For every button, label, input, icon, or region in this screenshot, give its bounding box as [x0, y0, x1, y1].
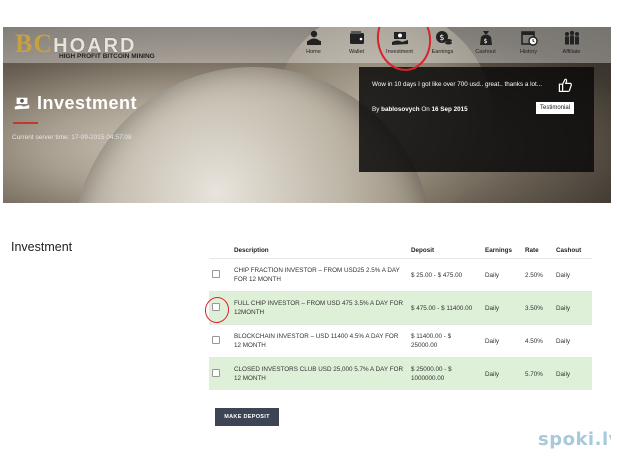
header-cashout: Cashout — [556, 247, 582, 254]
nav-cashout-label: Cashout — [475, 49, 496, 55]
nav-history-label: History — [519, 49, 538, 55]
testimonial-author: bablosovych — [381, 106, 420, 113]
plan-deposit: $ 475.00 - $ 11400.00 — [408, 291, 482, 325]
page-title: Investment — [37, 93, 138, 113]
dollar-coins-icon: $ — [435, 31, 452, 45]
plan-radio[interactable] — [212, 368, 220, 377]
nav-earnings-label: Earnings — [431, 49, 454, 55]
header-earnings: Earnings — [485, 247, 512, 254]
money-bag-icon: $ — [479, 31, 492, 45]
plan-deposit: $ 25000.00 - $ 1000000.00 — [408, 357, 482, 390]
testimonial-by-prefix: By — [372, 106, 380, 113]
testimonial-quote: Wow in 10 days I got like over 700 usd..… — [372, 81, 542, 88]
plan-earnings: Daily — [482, 324, 522, 358]
nav-wallet-label: Wallet — [348, 49, 365, 55]
page-heading: Investment — [13, 93, 137, 114]
investment-plans-table: Description Deposit Earnings Rate Cashou… — [209, 243, 592, 390]
plan-earnings: Daily — [482, 258, 522, 292]
server-time: Current server time: 17-09-2015 04:57:08 — [12, 134, 132, 141]
header-rate: Rate — [525, 247, 539, 254]
plan-description: CHIP FRACTION INVESTOR – FROM USD25 2.5%… — [231, 258, 408, 292]
plan-select-cell — [209, 258, 231, 292]
plan-rate: 3.50% — [522, 291, 553, 325]
header-select — [209, 243, 231, 259]
testimonial-byline: By bablosovych On 16 Sep 2015 — [372, 106, 468, 113]
header-description: Description — [234, 247, 269, 254]
header-deposit: Deposit — [411, 247, 435, 254]
plan-rate: 4.50% — [522, 324, 553, 358]
nav-home[interactable]: Home — [292, 29, 335, 63]
testimonial-box: Wow in 10 days I got like over 700 usd..… — [359, 67, 594, 172]
plan-earnings: Daily — [482, 291, 522, 325]
plan-radio[interactable] — [212, 335, 220, 344]
title-underline — [13, 122, 38, 124]
plan-rate: 5.70% — [522, 357, 553, 390]
money-hand-icon — [14, 97, 30, 109]
plan-description: CLOSED INVESTORS CLUB USD 25,000 5.7% A … — [231, 357, 408, 390]
plan-select-cell — [209, 324, 231, 358]
nav-affiliate[interactable]: Affiliate — [550, 29, 593, 63]
site-logo[interactable]: BCHOARD HIGH PROFIT BITCOIN MINING — [15, 30, 165, 62]
wallet-icon — [349, 31, 364, 44]
testimonial-date: 16 Sep 2015 — [431, 106, 468, 113]
section-title: Investment — [11, 240, 73, 254]
people-group-icon — [564, 30, 579, 45]
watermark: spoki.lv — [538, 429, 611, 450]
table-row[interactable]: CHIP FRACTION INVESTOR – FROM USD25 2.5%… — [209, 258, 592, 292]
testimonial-button[interactable]: Testimonial — [536, 102, 575, 114]
make-deposit-button[interactable]: MAKE DEPOSIT — [215, 408, 279, 426]
plan-cashout: Daily — [553, 258, 592, 292]
nav-wallet[interactable]: Wallet — [335, 29, 378, 63]
plan-select-cell — [209, 357, 231, 390]
plan-earnings: Daily — [482, 357, 522, 390]
user-at-computer-icon — [306, 30, 321, 45]
table-row[interactable]: FULL CHIP INVESTOR – FROM USD 475 3.5% A… — [209, 291, 592, 325]
logo-prefix: BC — [15, 29, 54, 58]
plan-cashout: Daily — [553, 357, 592, 390]
plan-description: FULL CHIP INVESTOR – FROM USD 475 3.5% A… — [231, 291, 408, 325]
svg-text:$: $ — [483, 37, 487, 45]
plan-description: BLOCKCHAIN INVESTOR – USD 11400 4.5% A D… — [231, 324, 408, 358]
table-header-row: Description Deposit Earnings Rate Cashou… — [209, 243, 592, 259]
thumbs-up-icon — [558, 78, 572, 92]
plan-deposit: $ 25.00 - $ 475.00 — [408, 258, 482, 292]
hero-banner: BCHOARD HIGH PROFIT BITCOIN MINING Home … — [3, 27, 611, 203]
page-frame: BCHOARD HIGH PROFIT BITCOIN MINING Home … — [3, 27, 611, 454]
plan-rate: 2.50% — [522, 258, 553, 292]
calendar-clock-icon — [520, 31, 538, 46]
main-nav: Home Wallet Investment $ Earnings $ Cash… — [292, 29, 593, 63]
plan-radio[interactable] — [212, 269, 220, 278]
logo-tagline: HIGH PROFIT BITCOIN MINING — [59, 53, 155, 60]
testimonial-date-prefix: On — [421, 106, 430, 113]
top-navbar: BCHOARD HIGH PROFIT BITCOIN MINING Home … — [3, 27, 611, 63]
svg-text:$: $ — [439, 33, 444, 42]
nav-home-label: Home — [306, 49, 321, 55]
nav-cashout[interactable]: $ Cashout — [464, 29, 507, 63]
table-row[interactable]: BLOCKCHAIN INVESTOR – USD 11400 4.5% A D… — [209, 324, 592, 358]
plan-cashout: Daily — [553, 291, 592, 325]
plan-cashout: Daily — [553, 324, 592, 358]
plan-deposit: $ 11400.00 - $ 25000.00 — [408, 324, 482, 358]
table-row[interactable]: CLOSED INVESTORS CLUB USD 25,000 5.7% A … — [209, 357, 592, 390]
nav-affiliate-label: Affiliate — [562, 49, 581, 55]
nav-history[interactable]: History — [507, 29, 550, 63]
